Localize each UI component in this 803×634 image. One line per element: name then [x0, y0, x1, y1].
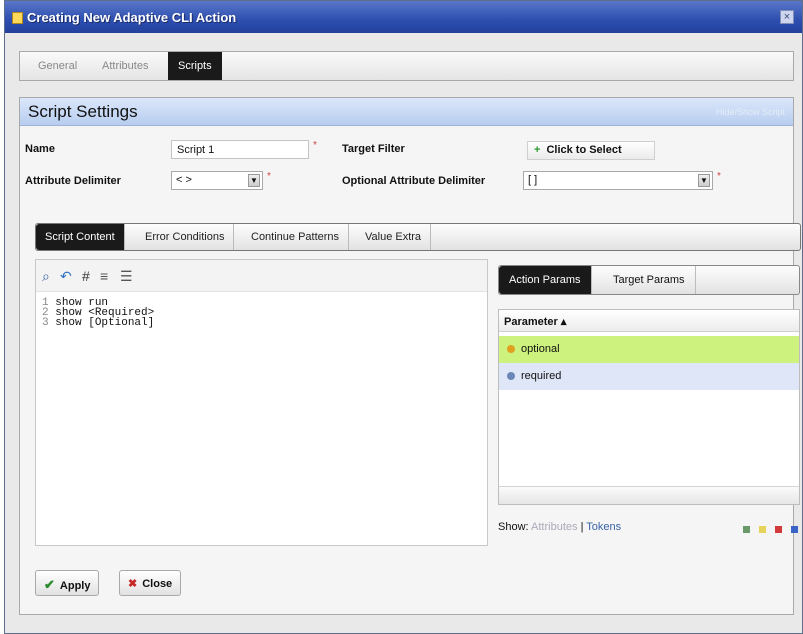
grid-footer — [499, 486, 799, 504]
apply-button[interactable]: ✔ Apply — [35, 570, 100, 596]
editor-toolbar: ⌕ ↶ # ≡ ☰ — [36, 260, 487, 292]
tab-scripts[interactable]: Scripts — [168, 52, 222, 80]
required-marker: * — [313, 140, 317, 151]
green-legend-icon[interactable] — [742, 526, 750, 533]
script-editor[interactable]: ⌕ ↶ # ≡ ☰ 1 show run 2 show <Required> 3 s… — [35, 259, 488, 546]
show-attributes-link[interactable]: Attributes — [531, 521, 577, 533]
chevron-down-icon: ▼ — [248, 174, 260, 187]
script-sub-tab-bar: Script Content Error Conditions Continue… — [35, 223, 801, 251]
click-to-select-label: Click to Select — [546, 144, 622, 156]
show-bar: Show: Attributes | Tokens — [498, 521, 800, 537]
chevron-down-icon: ▼ — [698, 174, 710, 187]
close-button[interactable]: ✖ Close — [119, 570, 182, 596]
check-icon: ✔ — [44, 577, 55, 592]
format-icon[interactable]: ≡ — [100, 268, 108, 284]
name-input[interactable]: Script 1 — [171, 140, 309, 159]
dialog-window: Creating New Adaptive CLI Action × Gener… — [4, 0, 803, 634]
tab-action-params[interactable]: Action Params — [499, 266, 592, 294]
red-legend-icon[interactable] — [774, 526, 782, 533]
tab-target-params[interactable]: Target Params — [603, 266, 696, 294]
required-param-icon — [507, 372, 515, 381]
code-line: 3 show [Optional] — [42, 317, 155, 329]
tab-general[interactable]: General — [28, 52, 87, 80]
tab-error-conditions[interactable]: Error Conditions — [136, 224, 235, 250]
close-icon[interactable]: × — [780, 10, 794, 24]
main-tab-bar: General Attributes Scripts — [19, 51, 794, 81]
params-pane: Action Params Target Params Parameter ▴ … — [498, 265, 800, 545]
optional-attribute-delimiter-select[interactable]: [ ] ▼ — [523, 171, 713, 190]
grid-header-parameter[interactable]: Parameter ▴ — [499, 310, 799, 332]
title-bar: Creating New Adaptive CLI Action × — [5, 1, 802, 33]
apply-label: Apply — [59, 580, 91, 592]
tab-continue-patterns[interactable]: Continue Patterns — [242, 224, 350, 250]
optional-attribute-delimiter-value: [ ] — [528, 174, 538, 186]
show-label: Show: — [498, 521, 529, 533]
tab-value-extra[interactable]: Value Extra — [356, 224, 432, 250]
target-filter-label: Target Filter — [342, 143, 405, 155]
tab-script-content[interactable]: Script Content — [36, 224, 125, 250]
legend — [737, 524, 798, 536]
required-marker: * — [717, 171, 721, 182]
close-label: Close — [142, 578, 173, 590]
yellow-legend-icon[interactable] — [758, 526, 766, 533]
line-numbers-icon[interactable]: # — [82, 268, 90, 284]
tab-attributes[interactable]: Attributes — [92, 52, 158, 80]
window-title: Creating New Adaptive CLI Action — [27, 10, 237, 25]
attribute-delimiter-value: < > — [176, 174, 192, 186]
document-icon — [12, 12, 23, 24]
table-row[interactable]: optional — [499, 336, 799, 363]
required-marker: * — [267, 171, 271, 182]
undo-icon[interactable]: ↶ — [60, 268, 72, 285]
plus-icon: + — [534, 144, 541, 156]
table-row[interactable]: required — [499, 363, 799, 390]
name-label: Name — [25, 143, 55, 155]
search-icon[interactable]: ⌕ — [42, 268, 50, 285]
panel-title: Script Settings — [28, 102, 138, 121]
panel-header-link[interactable]: Hide/Show Script — [716, 107, 785, 117]
optional-param-icon — [507, 345, 515, 354]
indent-icon[interactable]: ☰ — [120, 268, 133, 285]
param-name: required — [521, 370, 562, 382]
panel-header: Script Settings Hide/Show Script — [20, 98, 793, 126]
click-to-select-button[interactable]: + Click to Select — [527, 141, 655, 160]
optional-attribute-delimiter-label: Optional Attribute Delimiter — [342, 175, 486, 187]
show-separator: | — [580, 521, 584, 533]
close-icon: ✖ — [128, 578, 138, 590]
parameters-grid: Parameter ▴ optional required — [498, 309, 800, 505]
blue-legend-icon[interactable] — [791, 526, 798, 533]
show-tokens-link[interactable]: Tokens — [586, 521, 621, 533]
attribute-delimiter-select[interactable]: < > ▼ — [171, 171, 263, 190]
attribute-delimiter-label: Attribute Delimiter — [25, 175, 121, 187]
code-content[interactable]: 1 show run 2 show <Required> 3 show [Optio… — [42, 298, 155, 329]
param-name: optional — [521, 343, 560, 355]
params-tab-bar: Action Params Target Params — [498, 265, 800, 295]
